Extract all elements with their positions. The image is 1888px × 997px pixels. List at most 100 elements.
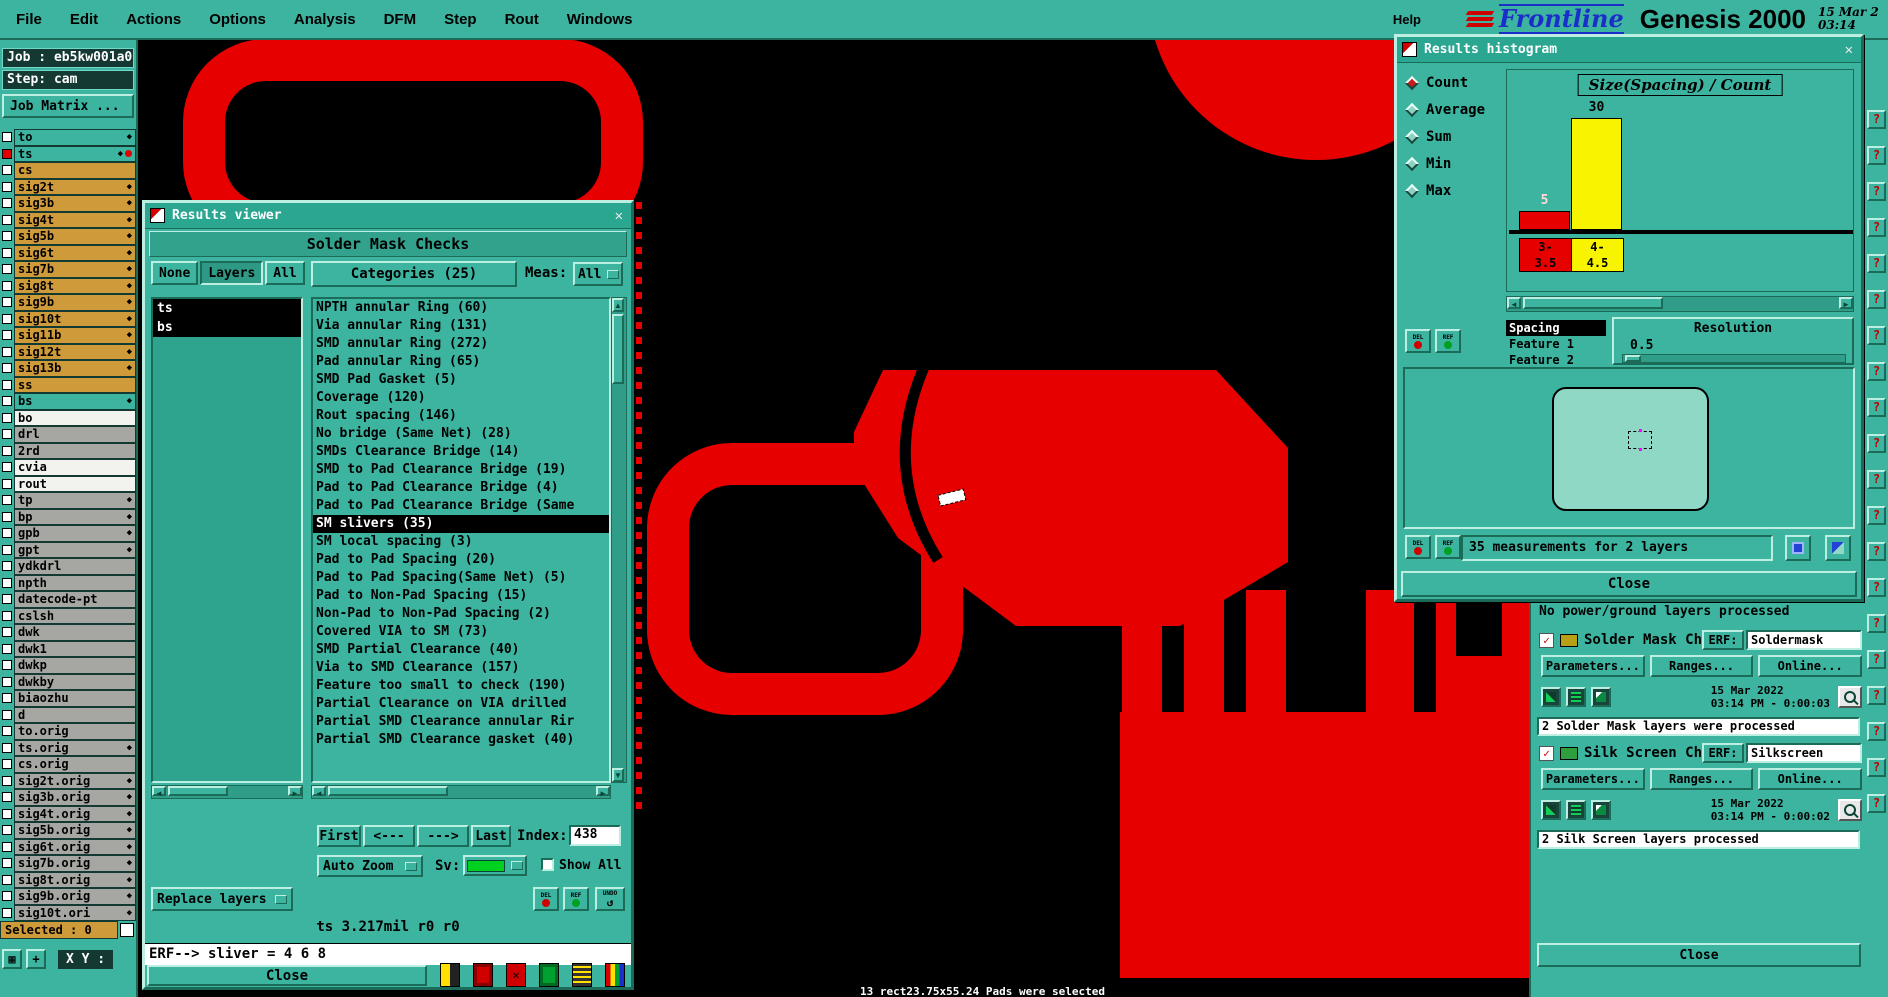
menu-item-step[interactable]: Step [444, 11, 477, 28]
help-button[interactable]: ? [1867, 578, 1886, 597]
histogram-titlebar[interactable]: Results histogram ✕ [1397, 37, 1861, 63]
layer-select-box[interactable] [2, 330, 12, 341]
layer-select-box[interactable] [2, 280, 12, 291]
layer-row-datecode-pt[interactable]: datecode-pt [0, 591, 136, 608]
auto-zoom-dropdown[interactable]: Auto Zoom [317, 855, 423, 877]
category-item[interactable]: Via annular Ring (131) [313, 317, 609, 335]
last-button[interactable]: Last [471, 825, 511, 847]
help-button[interactable]: ? [1867, 614, 1886, 633]
layer-select-box[interactable] [2, 297, 12, 308]
category-item[interactable]: Covered VIA to SM (73) [313, 623, 609, 641]
category-item[interactable]: SMD annular Ring (272) [313, 335, 609, 353]
layer-row-sig4t.orig[interactable]: sig4t.orig ◆ [0, 805, 136, 822]
menu-item-edit[interactable]: Edit [70, 11, 98, 28]
menu-item-file[interactable]: File [16, 11, 42, 28]
axis-item-feature-1[interactable]: Feature 1 [1506, 336, 1606, 352]
menu-item-rout[interactable]: Rout [505, 11, 539, 28]
layer-select-box[interactable] [2, 660, 12, 671]
layer-row-ts.orig[interactable]: ts.orig ◆ [0, 739, 136, 756]
layer-row-sig13b[interactable]: sig13b ◆ [0, 360, 136, 377]
scroll-left-icon[interactable]: ◄ [312, 786, 326, 798]
layer-row-cs[interactable]: cs [0, 162, 136, 179]
layer-row-d[interactable]: d [0, 706, 136, 723]
category-item[interactable]: SMD Partial Clearance (40) [313, 641, 609, 659]
stat-option-count[interactable]: Count [1403, 69, 1501, 96]
slider-thumb[interactable] [1625, 355, 1641, 362]
layer-select-box[interactable] [2, 742, 12, 753]
layer-select-box[interactable] [2, 528, 12, 539]
layer-select-box[interactable] [2, 676, 12, 687]
close-icon[interactable]: ✕ [1842, 43, 1856, 57]
help-button[interactable]: ? [1867, 290, 1886, 309]
section-parameters-button[interactable]: Parameters... [1541, 655, 1645, 677]
layer-select-box[interactable] [2, 478, 12, 489]
layer-select-box[interactable] [2, 841, 12, 852]
histogram-bar[interactable] [1571, 118, 1622, 230]
report-lines-icon[interactable] [572, 963, 592, 987]
layer-row-2rd[interactable]: 2rd [0, 442, 136, 459]
layer-select-box[interactable] [2, 577, 12, 588]
layer-row-sig5b[interactable]: sig5b ◆ [0, 228, 136, 245]
layer-select-box[interactable] [2, 759, 12, 770]
layer-select-box[interactable] [2, 726, 12, 737]
category-item[interactable]: SM local spacing (3) [313, 533, 609, 551]
first-button[interactable]: First [317, 825, 361, 847]
prev-button[interactable]: <--- [363, 825, 415, 847]
layer-row-sig12t[interactable]: sig12t ◆ [0, 343, 136, 360]
layer-select-box[interactable] [2, 561, 12, 572]
help-button[interactable]: ? [1867, 398, 1886, 417]
section-ranges-button[interactable]: Ranges... [1649, 655, 1754, 677]
red-marker-icon[interactable] [473, 963, 493, 987]
layer-row-sig8t.orig[interactable]: sig8t.orig ◆ [0, 871, 136, 888]
scroll-left-icon[interactable]: ◄ [1507, 297, 1521, 309]
stat-option-average[interactable]: Average [1403, 96, 1501, 123]
layer-select-box[interactable] [2, 907, 12, 918]
layer-row-sig2t.orig[interactable]: sig2t.orig ◆ [0, 772, 136, 789]
layer-row-sig6t.orig[interactable]: sig6t.orig ◆ [0, 838, 136, 855]
layer-select-box[interactable] [2, 511, 12, 522]
scrollbar-thumb[interactable] [168, 786, 228, 796]
layer-select-box[interactable] [2, 132, 12, 143]
chart-hscrollbar[interactable]: ◄ ► [1506, 296, 1854, 312]
stat-option-sum[interactable]: Sum [1403, 123, 1501, 150]
category-item[interactable]: SMD to Pad Clearance Bridge (19) [313, 461, 609, 479]
layer-select-box[interactable] [2, 643, 12, 654]
grid-toggle-button[interactable]: ▦ [2, 949, 22, 969]
results-layer-item[interactable]: ts [153, 299, 301, 318]
scroll-left-icon[interactable]: ◄ [152, 786, 166, 798]
layer-row-bp[interactable]: bp ◆ [0, 508, 136, 525]
layer-row-ts[interactable]: ts ◆ [0, 145, 136, 162]
layer-select-box[interactable] [2, 198, 12, 209]
layer-select-box[interactable] [2, 792, 12, 803]
layer-row-sig6t[interactable]: sig6t ◆ [0, 244, 136, 261]
layer-select-box[interactable] [2, 379, 12, 390]
filter-layers-button[interactable]: Layers [200, 261, 264, 285]
layer-select-box[interactable] [2, 858, 12, 869]
layer-select-box[interactable] [2, 247, 12, 258]
layer-select-box[interactable] [2, 709, 12, 720]
layer-row-bo[interactable]: bo [0, 409, 136, 426]
section-parameters-button[interactable]: Parameters... [1541, 768, 1645, 790]
layers-view-icon[interactable] [1785, 535, 1811, 561]
layer-row-sig5b.orig[interactable]: sig5b.orig ◆ [0, 822, 136, 839]
help-button[interactable]: ? [1867, 326, 1886, 345]
layer-select-box[interactable] [2, 165, 12, 176]
layer-row-drl[interactable]: drl [0, 426, 136, 443]
scroll-right-icon[interactable]: ► [1839, 297, 1853, 309]
check-icon[interactable]: ✓ [1539, 745, 1554, 761]
layer-select-box[interactable] [2, 808, 12, 819]
results-viewer-titlebar[interactable]: Results viewer ✕ [145, 203, 631, 229]
layer-row-ydkdrl[interactable]: ydkdrl [0, 558, 136, 575]
histogram-close-button[interactable]: Close [1401, 571, 1857, 597]
category-item[interactable]: Pad annular Ring (65) [313, 353, 609, 371]
layer-row-sig3b.orig[interactable]: sig3b.orig ◆ [0, 789, 136, 806]
measurement-preview[interactable] [1403, 367, 1855, 529]
layer-select-box[interactable] [2, 495, 12, 506]
magnifier-icon[interactable] [1838, 799, 1862, 821]
section-online-button[interactable]: Online... [1758, 655, 1863, 677]
category-item[interactable]: Rout spacing (146) [313, 407, 609, 425]
category-item[interactable]: Partial SMD Clearance annular Rir [313, 713, 609, 731]
help-button[interactable]: ? [1867, 686, 1886, 705]
layer-row-cs.orig[interactable]: cs.orig [0, 756, 136, 773]
layer-row-ss[interactable]: ss [0, 376, 136, 393]
